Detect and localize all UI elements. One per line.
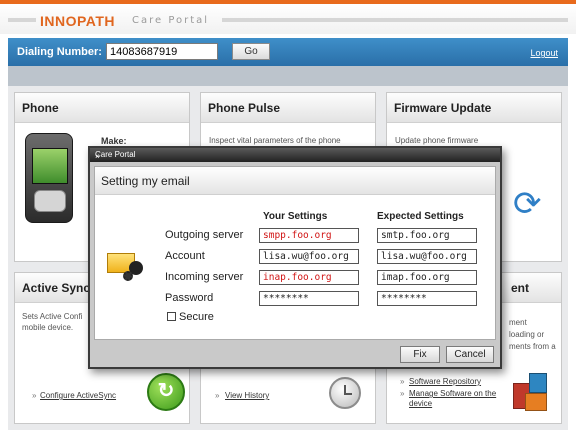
configure-activesync-link[interactable]: Configure ActiveSync <box>40 391 116 400</box>
phone-screen <box>32 148 68 184</box>
your-password-field[interactable]: ******** <box>259 291 359 306</box>
phone-pulse-title: Phone Pulse <box>208 101 281 115</box>
bullet-icon: » <box>215 391 220 400</box>
logo-text: INNOPATH <box>40 13 116 29</box>
box-orange <box>525 393 547 411</box>
dialog-titlebar[interactable]: Care Portal × <box>90 148 500 162</box>
manage-software-link-2[interactable]: device <box>409 399 432 408</box>
incoming-server-label: Incoming server <box>165 271 244 283</box>
expected-outgoing-server-field: smtp.foo.org <box>377 228 477 243</box>
firmware-title: Firmware Update <box>394 101 492 115</box>
dialing-number-label: Dialing Number: <box>17 46 102 58</box>
bullet-icon: » <box>400 377 405 386</box>
email-settings-dialog: Care Portal × Setting my email Your Sett… <box>88 146 502 369</box>
dial-bar: Dialing Number: Go Logout <box>8 38 568 66</box>
software-text-3: ments from a <box>509 342 556 351</box>
logo: INNOPATH <box>40 13 115 29</box>
mail-gear-icon <box>107 247 147 287</box>
close-icon[interactable]: × <box>95 150 495 164</box>
expected-incoming-server-field: imap.foo.org <box>377 270 477 285</box>
logo-rule-left <box>8 18 36 22</box>
fix-button[interactable]: Fix <box>400 346 440 363</box>
dialog-header: Setting my email <box>95 167 495 195</box>
active-sync-desc-1: Sets Active Confi <box>22 312 83 321</box>
phone-keypad <box>34 190 66 212</box>
logo-rule-right <box>222 18 568 22</box>
top-header: INNOPATH Care Portal <box>0 0 576 34</box>
phone-pulse-description: Inspect vital parameters of the phone <box>209 136 341 145</box>
outgoing-server-label: Outgoing server <box>165 229 244 241</box>
phone-panel-header: Phone <box>15 93 189 123</box>
dialog-body: Setting my email Your Settings Expected … <box>94 166 496 340</box>
dialog-heading: Setting my email <box>101 174 190 188</box>
your-outgoing-server-field[interactable]: smpp.foo.org <box>259 228 359 243</box>
nav-strip <box>8 66 568 86</box>
your-settings-header: Your Settings <box>263 211 328 222</box>
refresh-icon[interactable]: ⟳ <box>513 187 542 221</box>
logout-link[interactable]: Logout <box>530 48 558 58</box>
software-boxes-icon <box>513 367 549 413</box>
bullet-icon: » <box>400 389 405 398</box>
logo-subtitle: Care Portal <box>132 15 210 26</box>
view-history-link[interactable]: View History <box>225 391 269 400</box>
active-sync-desc-2: mobile device. <box>22 323 74 332</box>
clock-icon[interactable] <box>329 377 361 409</box>
cancel-button[interactable]: Cancel <box>446 346 494 363</box>
expected-account-field: lisa.wu@foo.org <box>377 249 477 264</box>
phone-pulse-header: Phone Pulse <box>201 93 375 123</box>
software-title: ent <box>511 281 529 295</box>
phone-device-icon <box>25 133 73 223</box>
expected-settings-header: Expected Settings <box>377 211 464 222</box>
software-text-1: ment <box>509 318 527 327</box>
your-incoming-server-field[interactable]: inap.foo.org <box>259 270 359 285</box>
software-text-2: loading or <box>509 330 545 339</box>
box-blue <box>529 373 547 393</box>
go-button[interactable]: Go <box>232 43 270 60</box>
manage-software-link[interactable]: Manage Software on the <box>409 389 496 398</box>
sync-icon[interactable]: ↻ <box>147 373 185 411</box>
phone-panel-title: Phone <box>22 101 59 115</box>
firmware-header: Firmware Update <box>387 93 561 123</box>
bullet-icon: » <box>32 391 37 400</box>
firmware-description: Update phone firmware <box>395 136 479 145</box>
active-sync-title: Active Sync <box>22 281 91 295</box>
software-repository-link[interactable]: Software Repository <box>409 377 481 386</box>
gear-small <box>123 271 133 281</box>
secure-label: Secure <box>179 311 214 323</box>
account-label: Account <box>165 250 205 262</box>
password-label: Password <box>165 292 214 304</box>
secure-checkbox[interactable] <box>167 312 176 321</box>
expected-password-field: ******** <box>377 291 477 306</box>
your-account-field[interactable]: lisa.wu@foo.org <box>259 249 359 264</box>
secure-checkbox-row[interactable]: Secure <box>167 311 214 323</box>
dialing-number-input[interactable] <box>106 43 218 60</box>
